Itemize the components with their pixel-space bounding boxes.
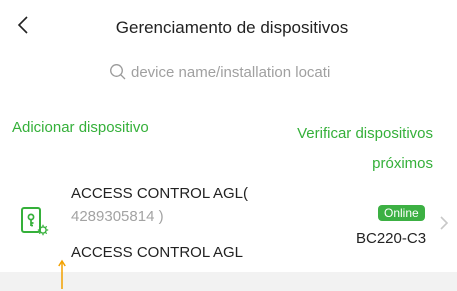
add-device-link[interactable]: Adicionar dispositivo [12,119,149,136]
status-badge: Online [378,205,425,221]
device-serial: 4289305814 ) [71,208,164,225]
list-separator-band [0,272,457,291]
device-list-item[interactable]: ACCESS CONTROL AGL( 4289305814 ) ACCESS … [0,177,457,272]
search-input[interactable] [131,63,359,81]
chevron-right-icon [440,216,449,230]
device-search-field[interactable] [109,58,359,86]
device-location: ACCESS CONTROL AGL [71,244,243,261]
device-name: ACCESS CONTROL AGL( [71,185,248,202]
page-title: Gerenciamento de dispositivos [115,18,349,37]
verify-nearby-devices-link[interactable]: Verificar dispositivos próximos [263,119,433,179]
verify-nearby-line1: Verificar dispositivos [297,125,433,142]
pointer-arrow-icon [58,259,66,289]
verify-nearby-line2: próximos [372,155,433,172]
search-icon [110,64,126,80]
access-control-device-icon [21,207,49,236]
device-model: BC220-C3 [356,230,427,247]
header: Gerenciamento de dispositivos [0,0,457,50]
